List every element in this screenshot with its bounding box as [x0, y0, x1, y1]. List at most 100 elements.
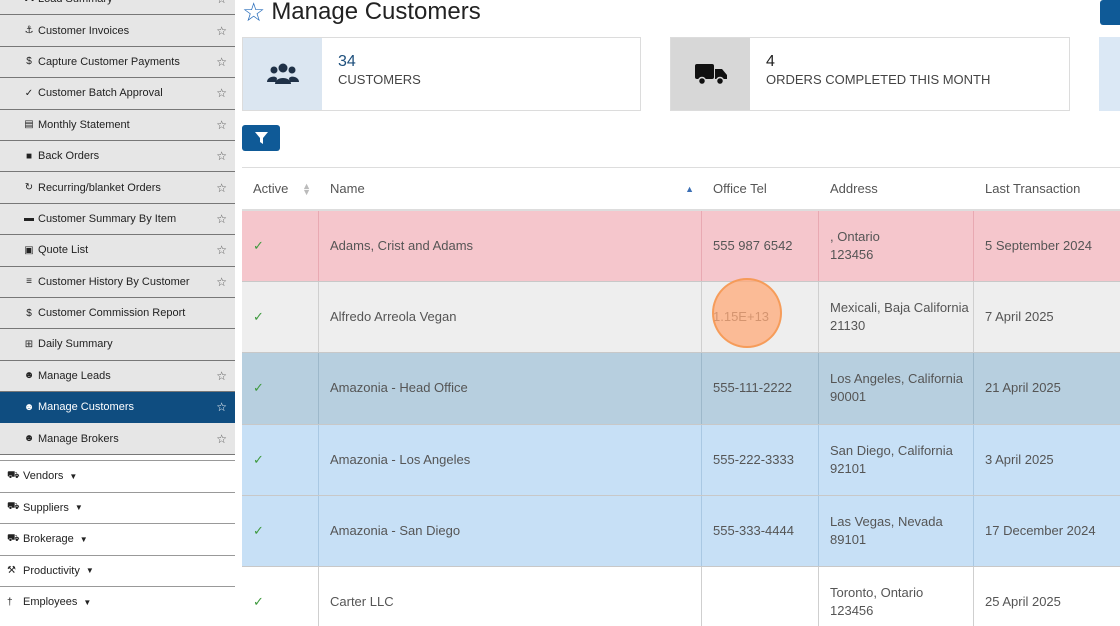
- sidebar-item-customer-invoices[interactable]: ⚓ Customer Invoices ☆: [0, 15, 235, 47]
- column-header-office-tel[interactable]: Office Tel: [702, 168, 819, 209]
- table-row[interactable]: ✓ Carter LLC Toronto, Ontario 123456 25 Apri…: [242, 566, 1120, 626]
- menu-vendors[interactable]: ⛟ Vendors ▼: [0, 460, 235, 492]
- favorite-star-icon[interactable]: ☆: [216, 55, 227, 69]
- sort-asc-icon: ▲: [685, 183, 694, 194]
- cell-name[interactable]: Adams, Crist and Adams: [319, 211, 702, 282]
- column-header-last-transaction[interactable]: Last Transaction ▲▼: [974, 168, 1120, 209]
- sidebar-item-back-orders[interactable]: ■ Back Orders ☆: [0, 141, 235, 173]
- menu-brokerage[interactable]: ⛟ Brokerage ▼: [0, 523, 235, 555]
- cell-name[interactable]: Carter LLC: [319, 566, 702, 626]
- cell-office-tel: 555 987 6542: [702, 211, 819, 282]
- cell-name[interactable]: Amazonia - San Diego: [319, 495, 702, 566]
- cell-name[interactable]: Alfredo Arreola Vegan: [319, 282, 702, 353]
- check-icon: ✓: [253, 594, 264, 610]
- favorite-star-icon[interactable]: ☆: [216, 118, 227, 132]
- favorite-star-icon[interactable]: ☆: [216, 181, 227, 195]
- sidebar-item-customer-summary-by-item[interactable]: ▬ Customer Summary By Item ☆: [0, 204, 235, 236]
- column-header-address[interactable]: Address: [819, 168, 974, 209]
- favorite-star-icon[interactable]: ☆: [216, 86, 227, 100]
- sidebar-item-capture-customer-payments[interactable]: $ Capture Customer Payments ☆: [0, 47, 235, 79]
- cell-last-transaction: 7 April 2025: [974, 282, 1120, 352]
- favorite-star-icon[interactable]: ☆: [216, 24, 227, 38]
- users-icon: [243, 38, 322, 110]
- menu-item-icon: ⊞: [24, 338, 34, 350]
- favorite-star-icon[interactable]: ☆: [216, 369, 227, 383]
- column-header-name[interactable]: Name ▲: [319, 168, 702, 209]
- truck-icon: [671, 38, 750, 110]
- sidebar-item-recurring-blanket-orders[interactable]: ↻ Recurring/blanket Orders ☆: [0, 172, 235, 204]
- menu-item-icon: ▤: [24, 119, 34, 131]
- sort-icon: ▲ ▼: [302, 180, 311, 197]
- menu-icon: ⛟: [7, 469, 20, 481]
- menu-productivity[interactable]: ⚒ Productivity ▼: [0, 554, 235, 587]
- star-outline-icon[interactable]: ☆: [242, 0, 265, 25]
- sidebar-item-label: Customer Batch Approval: [38, 87, 163, 100]
- sidebar-item-customer-batch-approval[interactable]: ✓ Customer Batch Approval ☆: [0, 78, 235, 110]
- sidebar-item-customer-history-by-customer[interactable]: ≡ Customer History By Customer ☆: [0, 267, 235, 298]
- menu-item-icon: ▣: [24, 244, 34, 256]
- stat-orders-completed: 4 ORDERS COMPLETED THIS MONTH: [670, 37, 1070, 111]
- favorite-star-icon[interactable]: ☆: [216, 0, 227, 6]
- sidebar-item-daily-summary[interactable]: ⊞ Daily Summary: [0, 329, 235, 361]
- sidebar-item-quote-list[interactable]: ▣ Quote List ☆: [0, 235, 235, 267]
- menu-label: Employees: [23, 596, 78, 609]
- menu-employees[interactable]: † Employees ▼: [0, 586, 235, 618]
- column-header-active[interactable]: Active ▲ ▼: [242, 168, 319, 209]
- menu-item-icon: ☻: [23, 370, 35, 382]
- sidebar-item-label: Manage Customers: [38, 401, 134, 414]
- table-row[interactable]: ✓ Adams, Crist and Adams 555 987 6542 , Ont…: [242, 211, 1120, 283]
- caret-down-icon: ▼: [85, 566, 94, 576]
- menu-label: Vendors: [23, 470, 64, 483]
- menu-suppliers[interactable]: ⛟ Suppliers ▼: [0, 491, 235, 524]
- filter-button[interactable]: [242, 125, 280, 151]
- sidebar-item-customer-commission-report[interactable]: $ Customer Commission Report: [0, 298, 235, 330]
- table-row[interactable]: ✓ Alfredo Arreola Vegan 1.15E+13 Mexicali, …: [242, 282, 1120, 354]
- check-icon: ✓: [253, 451, 264, 467]
- sidebar-item-label: Customer Invoices: [38, 24, 130, 37]
- sidebar-item-manage-brokers[interactable]: ☻ Manage Brokers ☆: [0, 423, 235, 455]
- filter-icon: [254, 132, 268, 144]
- caret-down-icon: ▼: [79, 534, 88, 544]
- check-icon: ✓: [253, 238, 264, 254]
- menu-label: Productivity: [23, 564, 80, 577]
- cell-address: Toronto, Ontario 123456: [819, 566, 974, 626]
- table-row[interactable]: ✓ Amazonia - San Diego 555-333-4444 Las Veg…: [242, 495, 1120, 567]
- sidebar-item-monthly-statement[interactable]: ▤ Monthly Statement ☆: [0, 110, 235, 141]
- address-line-2: 89101: [830, 531, 867, 547]
- menu-icon: ⚒: [7, 565, 16, 577]
- cell-active: ✓: [242, 282, 319, 353]
- sidebar: ⛟Load Summary☆⚓Customer Invoices☆$Captur…: [0, 0, 235, 626]
- address-line-1: Toronto, Ontario: [830, 585, 924, 601]
- table-header: Active ▲ ▼ Name ▲ Office Tel Address Last…: [242, 168, 1120, 211]
- stat-card-partial: [1099, 37, 1120, 111]
- table-row[interactable]: ✓ Amazonia - Head Office 555-111-2222 Los A…: [242, 353, 1120, 425]
- address-line-1: , Ontario: [830, 229, 880, 245]
- favorite-star-icon[interactable]: ☆: [216, 432, 227, 446]
- cell-office-tel: 1.15E+13: [702, 282, 819, 353]
- menu-item-icon: ⚓: [24, 25, 34, 37]
- menu-item-icon: ↻: [24, 182, 34, 194]
- cell-address: San Diego, California 92101: [819, 424, 974, 495]
- sidebar-item-label: Manage Leads: [38, 369, 111, 382]
- address-line-1: Las Vegas, Nevada: [830, 513, 943, 529]
- favorite-star-icon[interactable]: ☆: [216, 400, 227, 414]
- address-line-1: San Diego, California: [830, 442, 953, 458]
- add-customer-button[interactable]: [1100, 0, 1120, 25]
- table-row[interactable]: ✓ Amazonia - Los Angeles 555-222-3333 San D…: [242, 424, 1120, 496]
- check-icon: ✓: [253, 380, 264, 396]
- sidebar-item-manage-leads[interactable]: ☻ Manage Leads ☆: [0, 361, 235, 393]
- cell-name[interactable]: Amazonia - Los Angeles: [319, 424, 702, 495]
- sidebar-item-load-summary[interactable]: ⛟Load Summary ☆: [0, 0, 235, 16]
- cell-last-transaction: 3 April 2025: [974, 425, 1120, 495]
- menu-label: Brokerage: [23, 533, 74, 546]
- address-line-2: 92101: [830, 460, 867, 476]
- sidebar-item-label: Customer Commission Report: [38, 307, 186, 320]
- favorite-star-icon[interactable]: ☆: [216, 243, 227, 257]
- favorite-star-icon[interactable]: ☆: [216, 149, 227, 163]
- favorite-star-icon[interactable]: ☆: [216, 212, 227, 226]
- menu-item-icon: $: [26, 307, 32, 319]
- favorite-star-icon[interactable]: ☆: [216, 275, 227, 289]
- sidebar-item-manage-customers[interactable]: ☻ Manage Customers ☆: [0, 392, 235, 424]
- sidebar-item-label: Customer History By Customer: [38, 275, 190, 288]
- cell-name[interactable]: Amazonia - Head Office: [319, 353, 702, 424]
